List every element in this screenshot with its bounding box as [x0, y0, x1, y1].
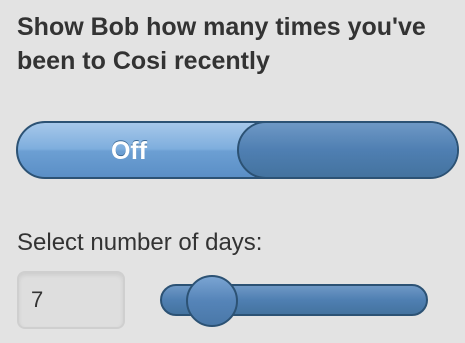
visit-count-toggle[interactable]: Off — [16, 121, 459, 179]
days-value-field[interactable]: 7 — [17, 271, 125, 329]
days-slider-thumb[interactable] — [186, 275, 238, 327]
days-label: Select number of days: — [17, 229, 263, 256]
page: Show Bob how many times you've been to C… — [0, 0, 465, 343]
toggle-state-label: Off — [110, 137, 148, 165]
page-heading: Show Bob how many times you've been to C… — [17, 13, 426, 75]
toggle-knob[interactable] — [237, 123, 457, 177]
